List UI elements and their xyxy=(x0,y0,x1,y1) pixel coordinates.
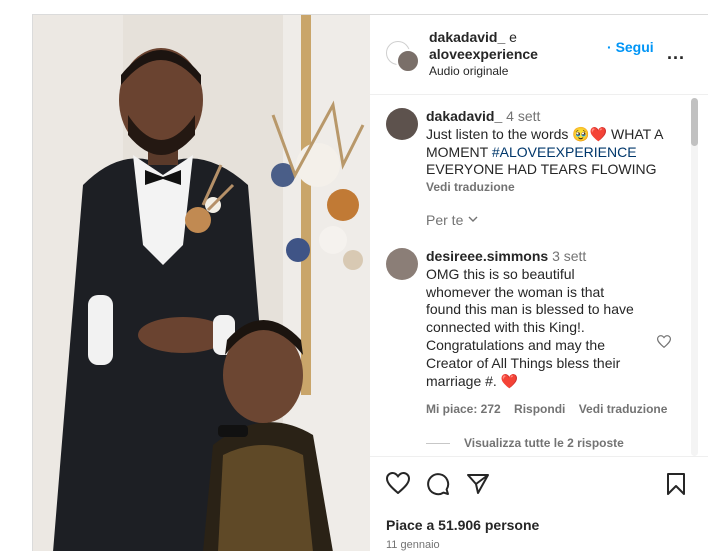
author-avatars[interactable] xyxy=(386,41,420,75)
post-header: dakadavid_ e aloveexperience Audio origi… xyxy=(370,15,708,95)
caption-line-3: EVERYONE HAD TEARS FLOWING xyxy=(426,161,657,178)
comment-time[interactable]: 3 sett xyxy=(552,248,586,264)
post-sidebar: dakadavid_ e aloveexperience Audio origi… xyxy=(370,14,708,551)
comment-line: connected with this King!. xyxy=(426,319,585,336)
follow-label: Segui xyxy=(615,39,654,55)
commenter-avatar[interactable] xyxy=(386,248,418,280)
caption-translate-link[interactable]: Vedi traduzione xyxy=(426,179,663,197)
author-conjunction: e xyxy=(509,29,517,45)
hashtag-link[interactable]: #ALOVEEXPERIENCE xyxy=(492,144,637,160)
bookmark-icon[interactable] xyxy=(666,472,686,501)
comments-section[interactable]: dakadavid_ 4 sett Just listen to the wor… xyxy=(370,96,708,456)
caption-text: dakadavid_ 4 sett Just listen to the wor… xyxy=(426,108,663,197)
paper-plane-icon[interactable] xyxy=(466,472,490,501)
follow-button[interactable]: · Segui xyxy=(607,39,654,55)
comment-likes-count[interactable]: Mi piace: 272 xyxy=(426,402,501,416)
collaborator-username[interactable]: aloveexperience xyxy=(429,46,538,63)
caption-line-2: MOMENT xyxy=(426,143,488,160)
comment-like-heart-icon[interactable] xyxy=(656,335,672,353)
comment-actions: Mi piace: 272 Rispondi Vedi traduzione xyxy=(426,402,667,416)
more-options-button[interactable]: ... xyxy=(667,43,685,64)
view-replies-link[interactable]: Visualizza tutte le 2 risposte xyxy=(426,436,624,450)
comment-body: desireee.simmons 3 sett OMG this is so b… xyxy=(426,248,634,390)
comment-line: Congratulations and may the xyxy=(426,336,605,353)
wedding-video-frame xyxy=(33,15,370,551)
filter-label: Per te xyxy=(426,212,464,228)
chevron-down-icon xyxy=(467,212,479,230)
comment-line: OMG this is so beautiful xyxy=(426,265,575,282)
comment-icon[interactable] xyxy=(426,472,450,501)
comment-translate-link[interactable]: Vedi traduzione xyxy=(579,402,668,416)
comments-scrollbar[interactable] xyxy=(691,98,698,456)
replies-divider xyxy=(426,443,450,445)
header-text: dakadavid_ e aloveexperience Audio origi… xyxy=(429,29,538,80)
comment-line: whomever the woman is that xyxy=(426,283,605,300)
post-date[interactable]: 11 gennaio xyxy=(386,539,440,551)
post-media[interactable] xyxy=(32,14,370,551)
author-avatar[interactable] xyxy=(396,49,420,73)
comment-line: marriage #. ❤️ xyxy=(426,372,519,389)
caption-username[interactable]: dakadavid_ xyxy=(426,108,502,124)
comment-line: found this man is blessed to have xyxy=(426,301,634,318)
author-username[interactable]: dakadavid_ xyxy=(429,29,505,45)
view-replies-label: Visualizza tutte le 2 risposte xyxy=(464,436,624,450)
likes-count[interactable]: Piace a 51.906 persone xyxy=(386,517,539,533)
scrollbar-thumb[interactable] xyxy=(691,98,698,146)
audio-label[interactable]: Audio originale xyxy=(429,63,538,80)
comment-line: Creator of All Things bless their xyxy=(426,354,621,371)
caption-time[interactable]: 4 sett xyxy=(506,108,540,124)
comment-filter-dropdown[interactable]: Per te xyxy=(426,212,479,230)
caption-author-avatar[interactable] xyxy=(386,108,418,140)
heart-icon[interactable] xyxy=(385,471,411,499)
post-actions-footer: Piace a 51.906 persone 11 gennaio xyxy=(370,456,708,551)
caption-line-1: Just listen to the words 🥹❤️ WHAT A xyxy=(426,125,664,142)
commenter-username[interactable]: desireee.simmons xyxy=(426,248,548,264)
reply-button[interactable]: Rispondi xyxy=(514,402,565,416)
